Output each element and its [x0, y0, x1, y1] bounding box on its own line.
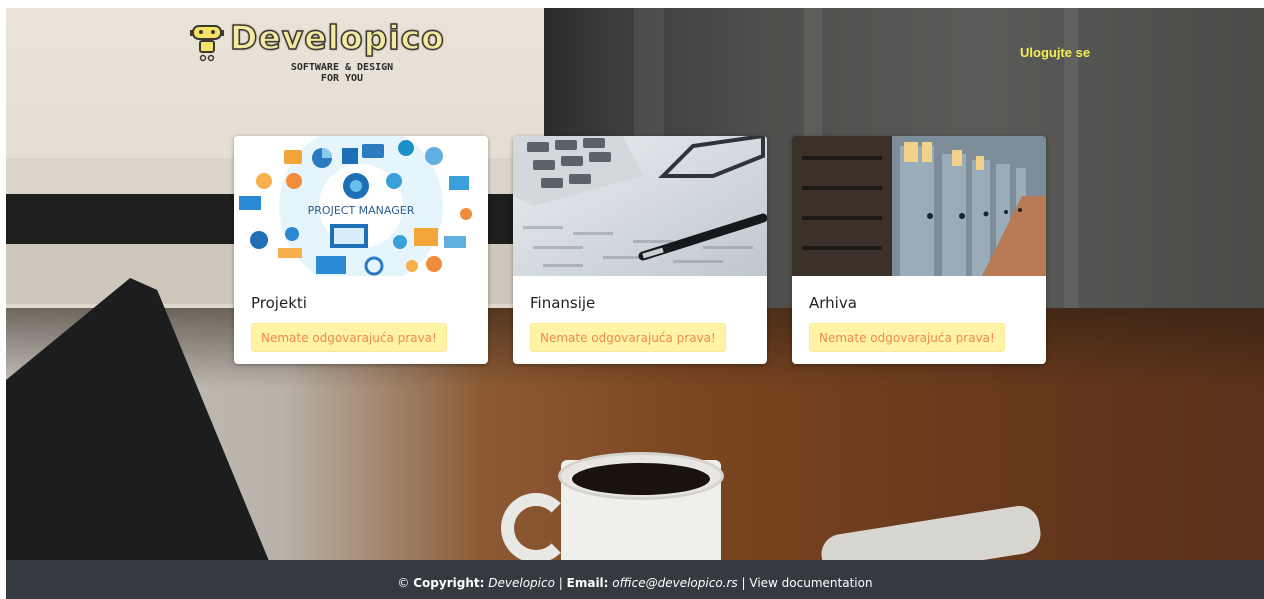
footer: © Copyright: Developico | Email: office@…	[6, 560, 1264, 599]
email-value: office@developico.rs	[612, 576, 738, 590]
view-documentation-link[interactable]: View documentation	[749, 576, 872, 590]
robot-logo-icon	[190, 25, 224, 62]
copyright-value: Developico	[488, 576, 555, 590]
site-logo[interactable]: Developico SOFTWARE & DESIGN FOR YOU	[190, 17, 460, 90]
project-manager-image: PROJECT MANAGER	[234, 136, 488, 276]
card-title: Finansije	[530, 294, 596, 312]
project-manager-label: PROJECT MANAGER	[308, 204, 415, 217]
footer-separator: |	[741, 576, 746, 590]
login-link[interactable]: Ulogujte se	[1020, 45, 1090, 60]
permission-alert: Nemate odgovarajuća prava!	[530, 323, 726, 352]
permission-alert: Nemate odgovarajuća prava!	[251, 323, 447, 352]
card-arhiva[interactable]: Arhiva Nemate odgovarajuća prava!	[792, 136, 1046, 364]
archive-image	[792, 136, 1046, 276]
footer-separator: |	[558, 576, 563, 590]
permission-alert: Nemate odgovarajuća prava!	[809, 323, 1005, 352]
copyright-label: Copyright:	[413, 576, 485, 590]
copyright-symbol: ©	[397, 576, 410, 590]
card-title: Arhiva	[809, 294, 857, 312]
logo-subtitle: SOFTWARE & DESIGN FOR YOU	[290, 62, 394, 84]
email-label: Email:	[566, 576, 609, 590]
finance-image	[513, 136, 767, 276]
card-projekti[interactable]: PROJECT MANAGER Projekti Nemate odgovara…	[234, 136, 488, 364]
logo-title: Developico	[229, 17, 445, 58]
card-title: Projekti	[251, 294, 307, 312]
card-finansije[interactable]: Finansije Nemate odgovarajuća prava!	[513, 136, 767, 364]
